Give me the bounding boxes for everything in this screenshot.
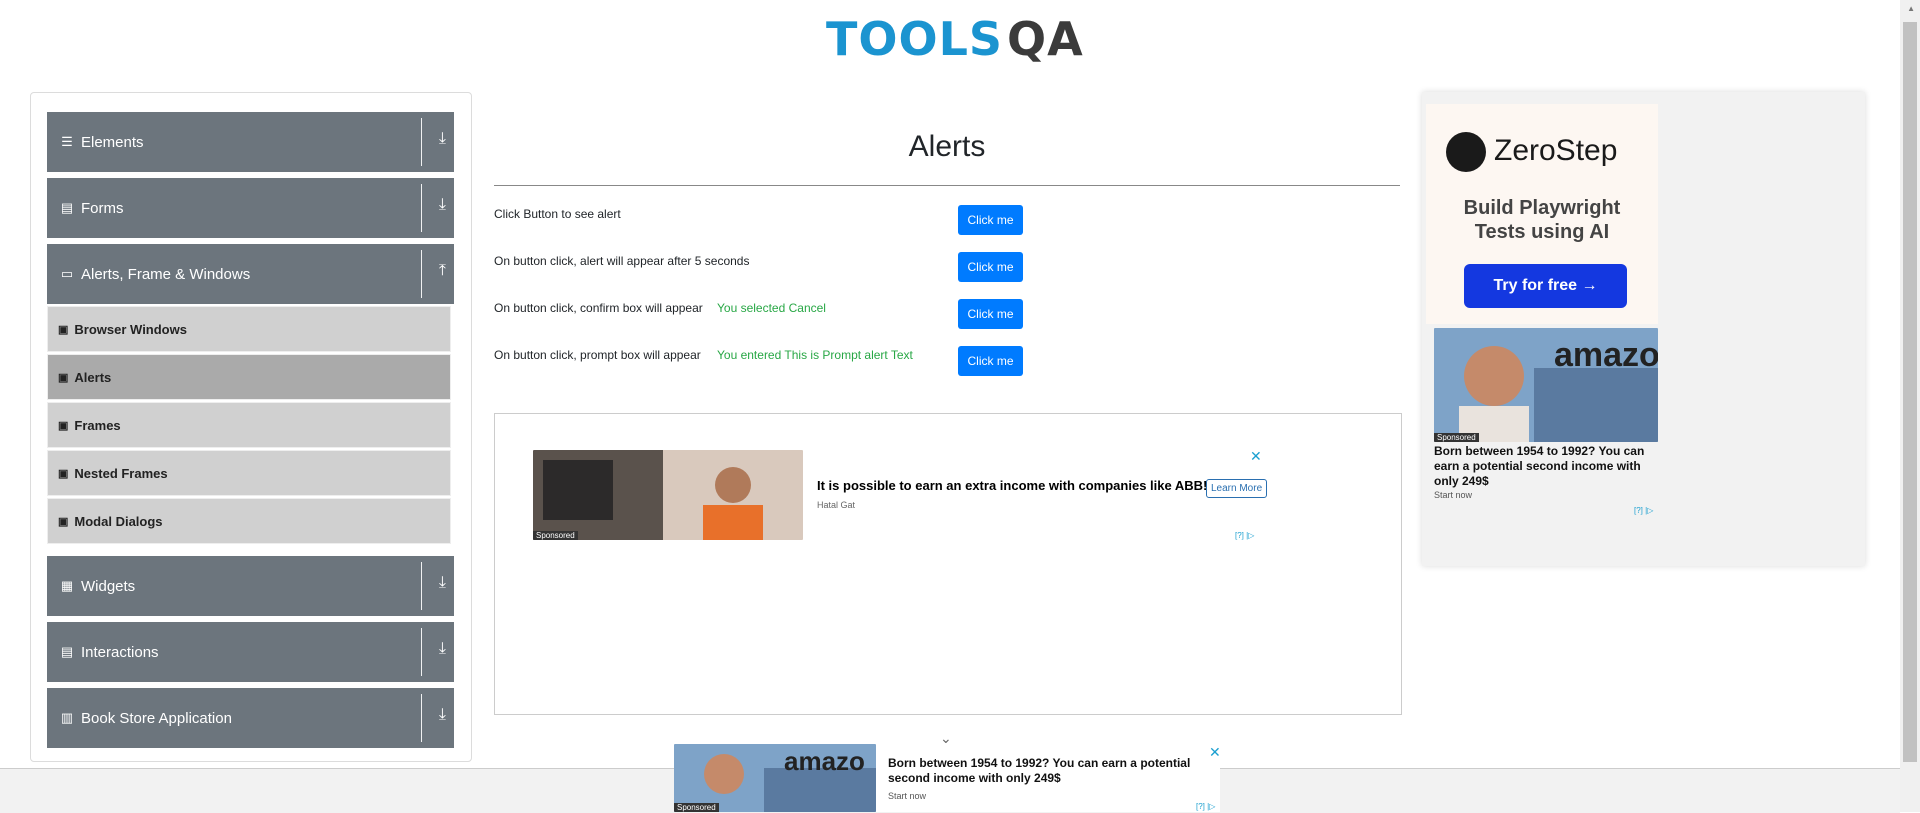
divider [421, 184, 422, 232]
ad-image-text: amazo [784, 746, 865, 776]
zerostep-logo-icon [1446, 132, 1486, 172]
menu-item-label: Nested Frames [74, 465, 168, 481]
zerostep-tagline: Build Playwright Tests using AI [1426, 196, 1658, 244]
group-label: Forms [81, 199, 124, 217]
group-widgets[interactable]: ▦ Widgets ⤓ [47, 556, 454, 616]
try-for-free-button[interactable]: Try for free → [1464, 264, 1627, 308]
grid-icon: ▦ [60, 578, 74, 593]
window-icon: ▭ [60, 266, 74, 281]
sponsored-label: Sponsored [674, 803, 719, 812]
adchoices-icon[interactable]: [?] |▷ [1634, 506, 1653, 515]
menu-item-label: Modal Dialogs [74, 513, 163, 529]
confirm-row-label: On button click, confirm box will appear [494, 301, 703, 315]
group-interactions[interactable]: ▤ Interactions ⤓ [47, 622, 454, 682]
title-divider [494, 185, 1400, 186]
close-icon[interactable]: ✕ [1209, 744, 1221, 761]
bottom-ad-headline[interactable]: Born between 1954 to 1992? You can earn … [888, 756, 1198, 786]
learn-more-button[interactable]: Learn More [1206, 479, 1268, 498]
menu-item-frames[interactable]: ▣ Frames [47, 402, 451, 448]
adchoices-icon[interactable]: [?] |▷ [1196, 802, 1215, 811]
item-icon: ▣ [58, 323, 69, 336]
books-icon: ▥ [60, 710, 74, 725]
menu-item-browser-windows[interactable]: ▣ Browser Windows [47, 306, 451, 352]
ad-advertiser: Hatal Gat [817, 500, 856, 510]
menu-item-alerts[interactable]: ▣ Alerts [47, 354, 451, 400]
box-icon: ▤ [60, 644, 74, 659]
vertical-scrollbar[interactable]: ▲ [1900, 0, 1920, 812]
menu-item-label: Browser Windows [74, 321, 187, 337]
menu-item-modal-dialogs[interactable]: ▣ Modal Dialogs [47, 498, 451, 544]
group-label: Alerts, Frame & Windows [81, 265, 251, 283]
expand-arrow-icon: ⤓ [438, 196, 446, 213]
item-icon: ▣ [58, 419, 69, 432]
group-elements[interactable]: ☰ Elements ⤓ [47, 112, 454, 172]
bottom-ad[interactable]: amazo Sponsored Born between 1954 to 199… [674, 744, 1221, 812]
scrollbar-thumb[interactable] [1903, 22, 1917, 762]
bottom-ad-image[interactable]: amazo Sponsored [674, 744, 876, 812]
group-label: Interactions [81, 643, 159, 661]
expand-arrow-icon: ⤓ [438, 574, 446, 591]
item-icon: ▣ [58, 371, 69, 384]
close-icon[interactable]: ✕ [1250, 448, 1262, 465]
timer-alert-row-label: On button click, alert will appear after… [494, 254, 750, 268]
collapse-arrow-icon: ⤒ [438, 262, 446, 279]
alert-button[interactable]: Click me [958, 205, 1023, 235]
sponsored-label: Sponsored [1434, 433, 1479, 442]
group-alerts-frame-windows[interactable]: ▭ Alerts, Frame & Windows ⤒ [47, 244, 454, 304]
zerostep-tagline-line1: Build Playwright [1463, 197, 1621, 219]
menu-item-nested-frames[interactable]: ▣ Nested Frames [47, 450, 451, 496]
prompt-result: You entered This is Prompt alert Text [717, 348, 913, 362]
ad-image-text: amazo [1554, 336, 1658, 374]
group-forms[interactable]: ▤ Forms ⤓ [47, 178, 454, 238]
bottom-ad-cta[interactable]: Start now [888, 791, 926, 801]
prompt-button[interactable]: Click me [958, 346, 1023, 376]
right-sub-ad-cta[interactable]: Start now [1434, 490, 1472, 500]
left-sidebar: ☰ Elements ⤓ ▤ Forms ⤓ ▭ Alerts, Frame &… [30, 92, 472, 762]
group-book-store[interactable]: ▥ Book Store Application ⤓ [47, 688, 454, 748]
expand-arrow-icon: ⤓ [438, 640, 446, 657]
ad-photo [533, 450, 803, 540]
confirm-button[interactable]: Click me [958, 299, 1023, 329]
group-label: Widgets [81, 577, 136, 595]
item-icon: ▣ [58, 515, 69, 528]
scroll-up-icon[interactable]: ▲ [1907, 4, 1915, 13]
ad-image[interactable]: Sponsored [533, 450, 803, 540]
expand-arrow-icon: ⤓ [438, 706, 446, 723]
item-icon: ▣ [58, 467, 69, 480]
logo-text-tools: TOOLS [826, 12, 1004, 66]
group-label: Elements [81, 133, 144, 151]
toolsqa-logo[interactable]: TOOLS QA [826, 10, 1084, 68]
sponsored-label: Sponsored [533, 531, 578, 540]
divider [421, 628, 422, 676]
page-title: Alerts [908, 130, 986, 163]
alert-row-label: Click Button to see alert [494, 207, 621, 221]
menu-item-label: Frames [74, 417, 121, 433]
right-sub-ad-headline[interactable]: Born between 1954 to 1992? You can earn … [1434, 444, 1658, 489]
timer-alert-button[interactable]: Click me [958, 252, 1023, 282]
divider [421, 694, 422, 742]
right-sub-ad-image[interactable]: amazo Sponsored [1434, 328, 1658, 442]
group-label: Book Store Application [81, 709, 232, 727]
ad-headline[interactable]: It is possible to earn an extra income w… [817, 478, 1207, 493]
hamburger-icon: ☰ [61, 134, 73, 149]
zerostep-tagline-line2: Tests using AI [1474, 221, 1610, 243]
divider [421, 250, 422, 298]
adchoices-icon[interactable]: [?] |▷ [1235, 531, 1254, 540]
prompt-row-label: On button click, prompt box will appear [494, 348, 701, 362]
expand-arrow-icon: ⤓ [438, 130, 446, 147]
menu-item-label: Alerts [74, 369, 112, 385]
zerostep-brand: ZeroStep [1494, 134, 1618, 167]
logo-text-qa: QA [1007, 12, 1084, 66]
divider [421, 562, 422, 610]
doc-icon: ▤ [60, 200, 74, 215]
confirm-result: You selected Cancel [717, 301, 826, 315]
inline-ad-container: Sponsored It is possible to earn an extr… [494, 413, 1402, 715]
divider [421, 118, 422, 166]
